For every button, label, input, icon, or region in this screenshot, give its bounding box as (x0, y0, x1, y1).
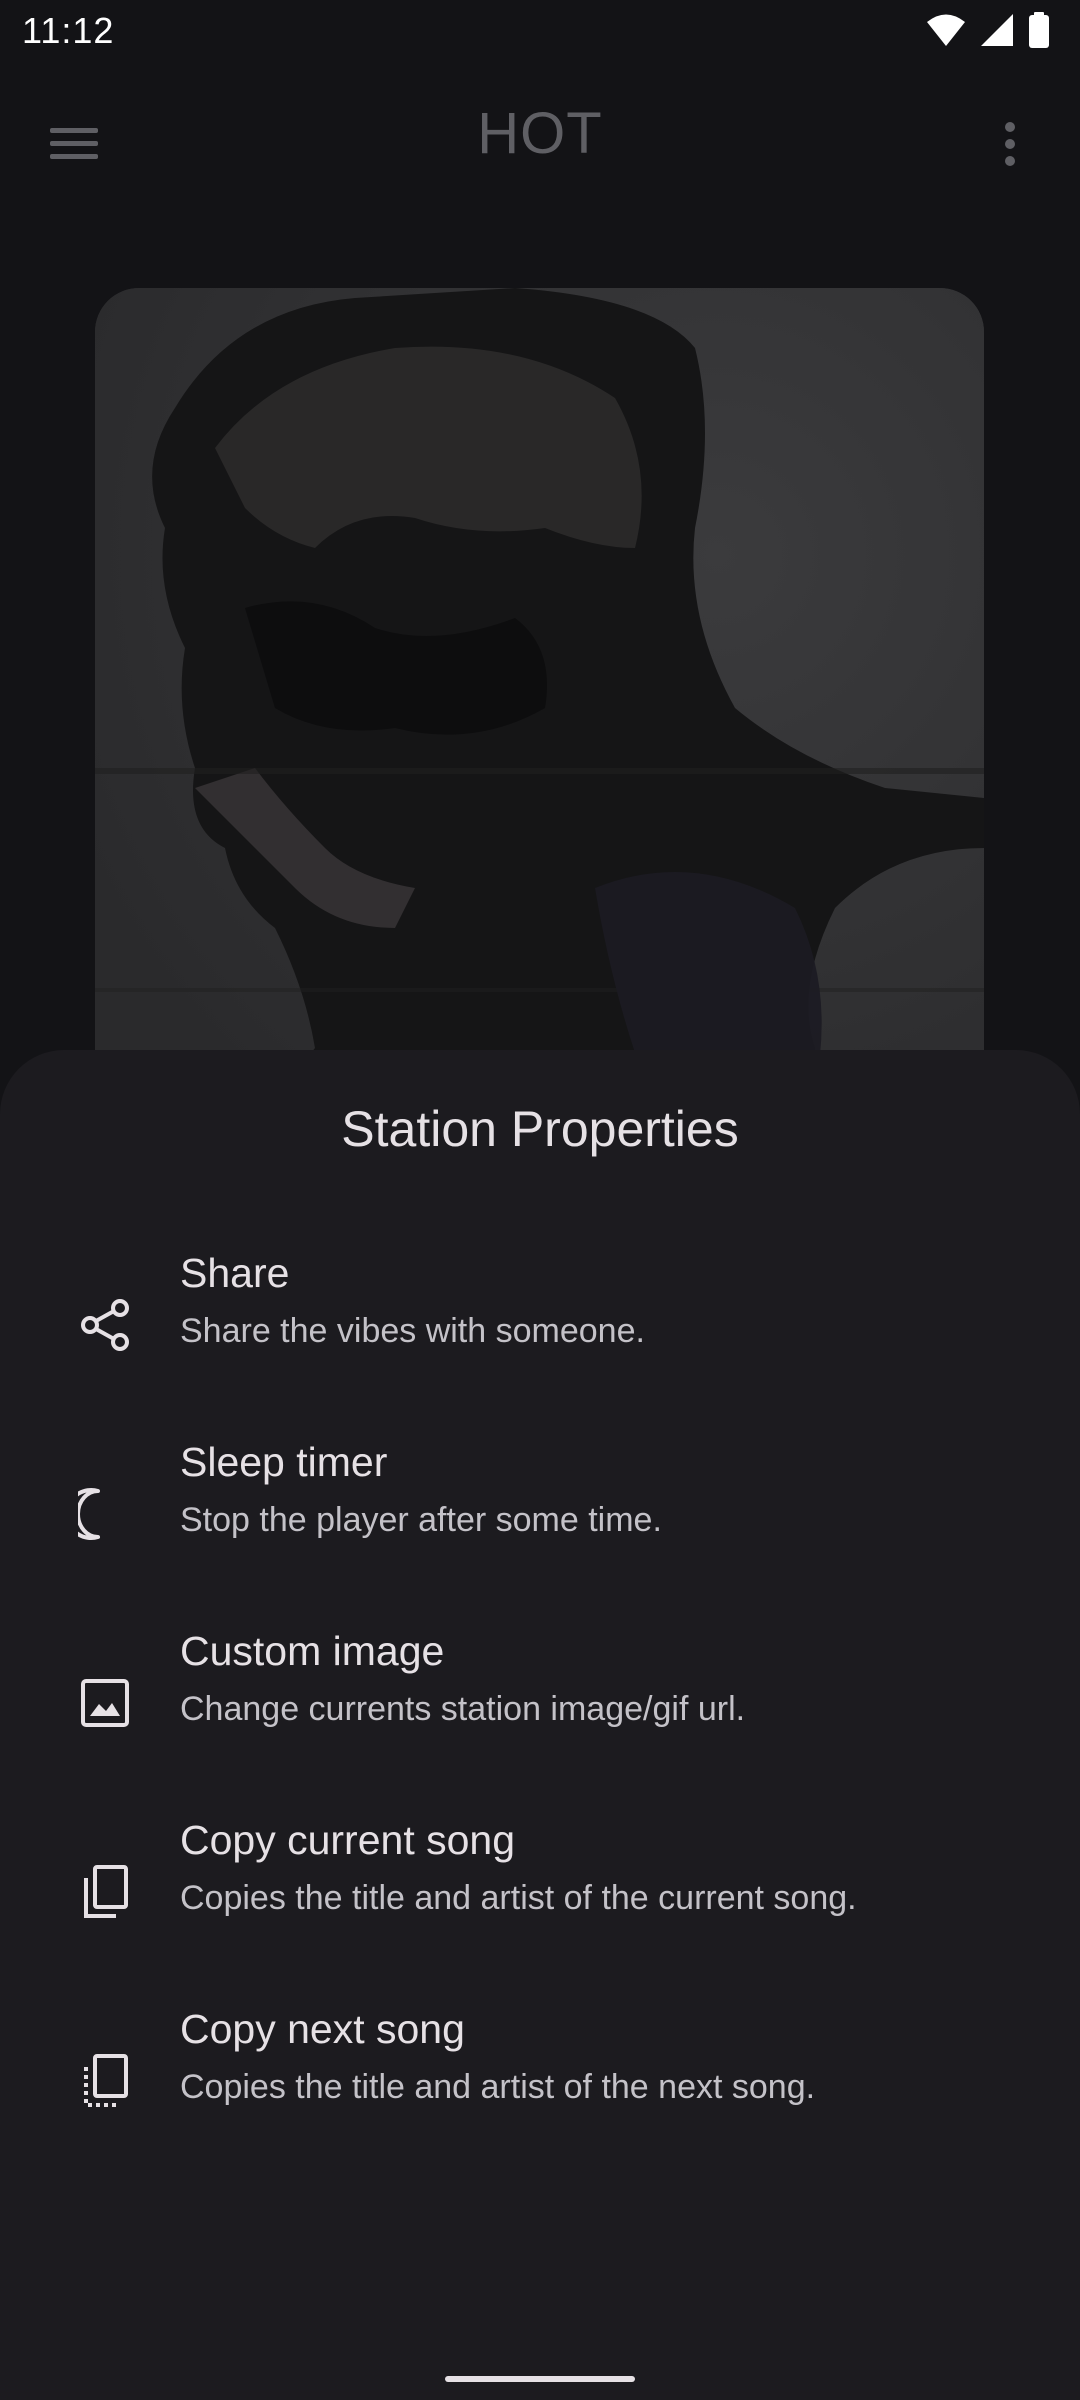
signal-icon (980, 13, 1014, 52)
image-icon (70, 1668, 140, 1738)
screen: 11:12 HOT Station Properties Share Share… (0, 0, 1080, 2400)
copy-current-song-label: Copy current song (180, 1817, 516, 1863)
more-vert-icon[interactable] (970, 104, 1050, 184)
custom-image-label: Custom image (180, 1628, 445, 1674)
share-icon (70, 1290, 140, 1360)
status-bar: 11:12 (0, 0, 1080, 64)
copy-next-song-label: Copy next song (180, 2006, 465, 2052)
copy-dashed-icon (70, 2046, 140, 2116)
wifi-icon (926, 13, 966, 52)
custom-image-subtitle: Change currents station image/gif url. (180, 1690, 746, 1728)
sleep-timer-label: Sleep timer (180, 1439, 388, 1485)
page-title: HOT (477, 101, 603, 166)
custom-image-option[interactable]: Custom image Change currents station ima… (0, 1628, 1080, 1798)
sheet-title: Station Properties (341, 1101, 739, 1157)
status-time: 11:12 (22, 10, 115, 51)
copy-next-song-subtitle: Copies the title and artist of the next … (180, 2068, 816, 2106)
scrim (95, 288, 984, 1177)
sleep-timer-subtitle: Stop the player after some time. (180, 1501, 662, 1539)
app-bar: HOT (0, 64, 1080, 208)
copy-current-song-option[interactable]: Copy current song Copies the title and a… (0, 1817, 1080, 1987)
home-indicator[interactable] (445, 2376, 635, 2382)
share-label: Share (180, 1250, 290, 1296)
station-artwork (95, 288, 984, 1177)
battery-icon (1028, 12, 1050, 53)
share-subtitle: Share the vibes with someone. (180, 1312, 645, 1350)
copy-icon (70, 1857, 140, 1927)
station-properties-sheet: Station Properties Share Share the vibes… (0, 1050, 1080, 2400)
share-option[interactable]: Share Share the vibes with someone. (0, 1250, 1080, 1420)
sleep-timer-option[interactable]: Sleep timer Stop the player after some t… (0, 1439, 1080, 1609)
status-icons (926, 12, 1050, 53)
copy-current-song-subtitle: Copies the title and artist of the curre… (180, 1879, 857, 1917)
moon-icon (70, 1479, 140, 1549)
copy-next-song-option[interactable]: Copy next song Copies the title and arti… (0, 2006, 1080, 2176)
